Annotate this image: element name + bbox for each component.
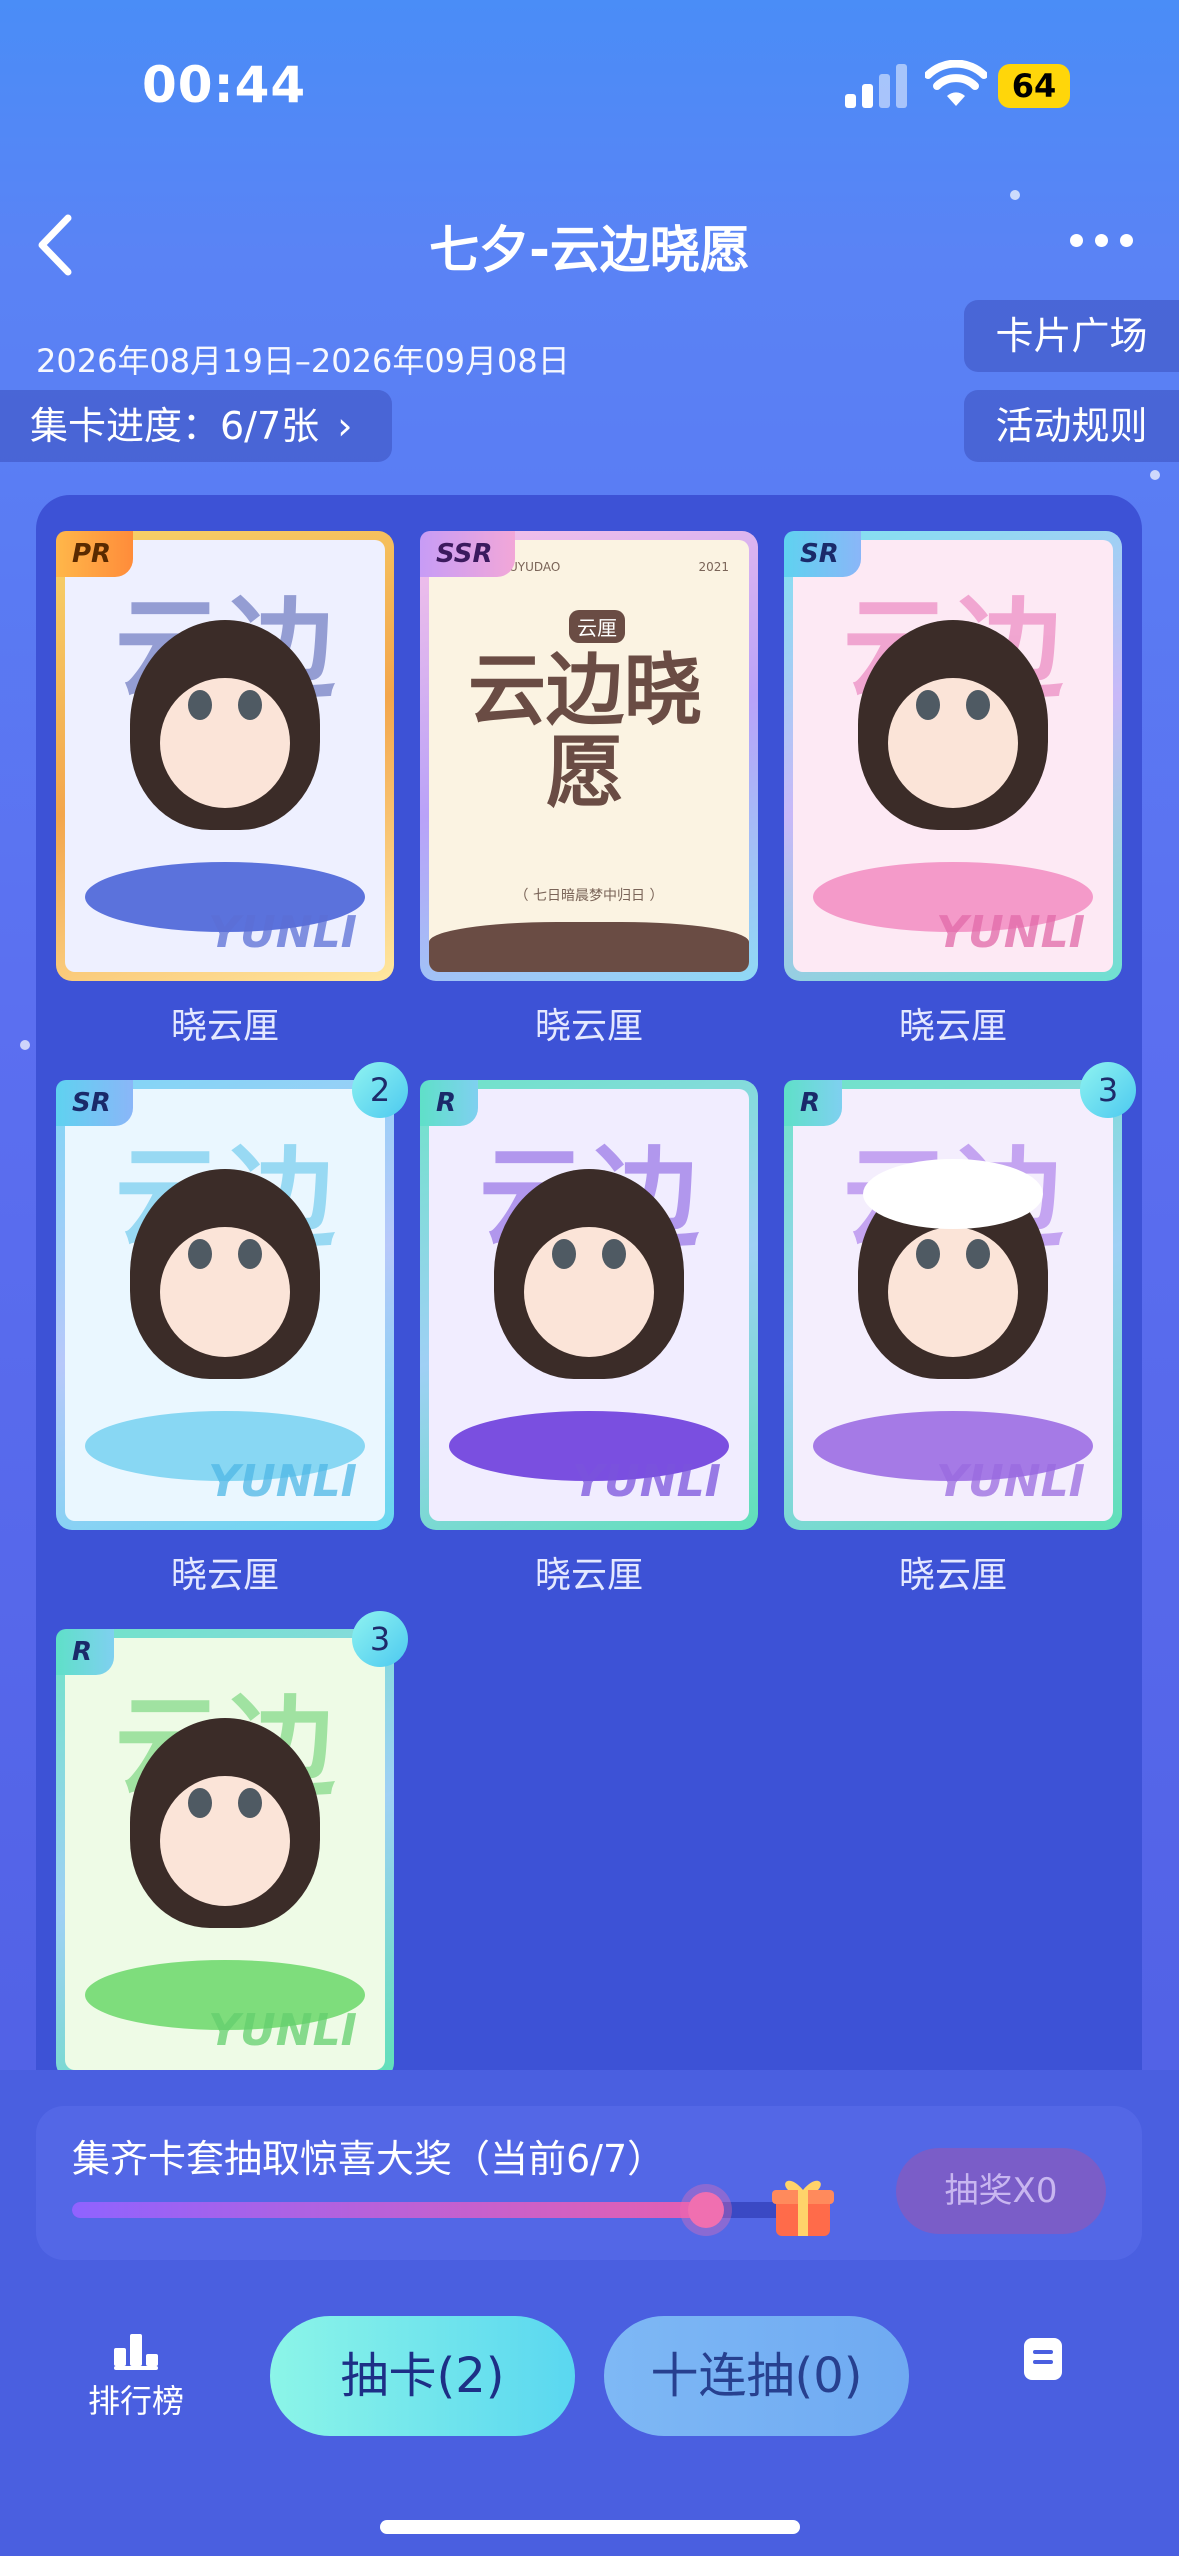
rank-nav-item[interactable]: 排行榜 <box>86 2330 186 2422</box>
card-name: 晓云厘 <box>534 1555 643 1596</box>
rarity-badge: SSR <box>420 531 515 577</box>
cover-caption-right: 2021 <box>698 560 729 574</box>
wifi-icon <box>925 60 987 106</box>
home-indicator <box>380 2520 800 2534</box>
card-plaza-button[interactable]: 卡片广场 <box>964 300 1179 372</box>
rarity-badge: SR <box>56 1080 133 1126</box>
card-pr[interactable]: 云边 YUNLI PR <box>56 531 394 981</box>
reward-progress-fill <box>72 2202 707 2218</box>
card-r[interactable]: 云边 YUNLI R <box>784 1080 1122 1530</box>
character-illustration <box>130 620 320 830</box>
card-signature: YUNLI <box>208 1456 357 1507</box>
reward-progress-knob <box>688 2192 725 2228</box>
card-r[interactable]: 云边 YUNLI R <box>56 1629 394 2075</box>
chevron-right-icon: › <box>337 404 353 448</box>
card-count-badge: 2 <box>352 1062 408 1118</box>
draw-ten-button[interactable]: 十连抽(0) <box>604 2316 909 2436</box>
cover-tag: 云厘 <box>569 610 625 643</box>
rank-icon <box>114 2334 158 2370</box>
status-time: 00:44 <box>142 56 307 114</box>
rarity-badge: R <box>420 1080 479 1126</box>
rarity-badge: SR <box>784 531 861 577</box>
collection-progress-button[interactable]: 集卡进度：6/7张 › <box>0 390 392 462</box>
card-sr[interactable]: 云边 YUNLI SR <box>56 1080 394 1530</box>
card-name: 晓云厘 <box>898 1006 1007 1047</box>
battery-icon: 64 <box>998 64 1070 108</box>
card-count-badge: 3 <box>352 1611 408 1667</box>
document-icon[interactable] <box>1024 2338 1062 2380</box>
character-illustration <box>494 1169 684 1379</box>
rank-label: 排行榜 <box>87 2382 184 2420</box>
card-signature: YUNLI <box>936 1456 1085 1507</box>
card-signature: YUNLI <box>208 2005 357 2056</box>
cover-title: 云边晓愿 <box>467 646 702 818</box>
rules-button[interactable]: 活动规则 <box>964 390 1179 462</box>
sparkle-icon <box>1010 190 1020 200</box>
card-name: 晓云厘 <box>534 1006 643 1047</box>
gift-icon <box>772 2180 834 2236</box>
sparkle-icon <box>1150 470 1160 480</box>
sparkle-icon <box>20 1040 30 1050</box>
card-name: 晓云厘 <box>170 1006 279 1047</box>
lottery-button[interactable]: 抽奖X0 <box>896 2148 1106 2234</box>
signal-icon <box>845 64 909 108</box>
reward-text: 集齐卡套抽取惊喜大奖（当前6/7） <box>72 2137 666 2181</box>
more-icon[interactable] <box>1070 228 1134 254</box>
card-signature: YUNLI <box>936 907 1085 958</box>
card-signature: YUNLI <box>572 1456 721 1507</box>
character-illustration <box>130 1169 320 1379</box>
collection-progress-label: 集卡进度：6/7张 <box>30 404 320 448</box>
card-r[interactable]: 云边 YUNLI R <box>420 1080 758 1530</box>
card-signature: YUNLI <box>208 907 357 958</box>
rarity-badge: R <box>56 1629 115 1675</box>
rarity-badge: PR <box>56 531 134 577</box>
cover-footer: （ 七日暗晨梦中归日 ） <box>514 888 664 904</box>
character-illustration <box>130 1718 320 1928</box>
card-ssr[interactable]: ALL FOR LUYUDAO 2021 云厘 云边晓愿 （ 七日暗晨梦中归日 … <box>420 531 758 981</box>
character-illustration <box>858 620 1048 830</box>
chef-hat <box>863 1159 1043 1229</box>
page-title: 七夕-云边晓愿 <box>429 221 750 279</box>
card-sr[interactable]: 云边 YUNLI SR <box>784 531 1122 981</box>
draw-one-button[interactable]: 抽卡(2) <box>270 2316 575 2436</box>
card-grid: 云边 YUNLI PR 晓云厘 ALL FOR LUYUDAO 2021 云厘 … <box>36 495 1142 2075</box>
event-date-range: 2026年08月19日–2026年09月08日 <box>36 342 570 380</box>
rarity-badge: R <box>784 1080 843 1126</box>
card-count-badge: 3 <box>1080 1062 1136 1118</box>
card-name: 晓云厘 <box>170 1555 279 1596</box>
card-name: 晓云厘 <box>898 1555 1007 1596</box>
